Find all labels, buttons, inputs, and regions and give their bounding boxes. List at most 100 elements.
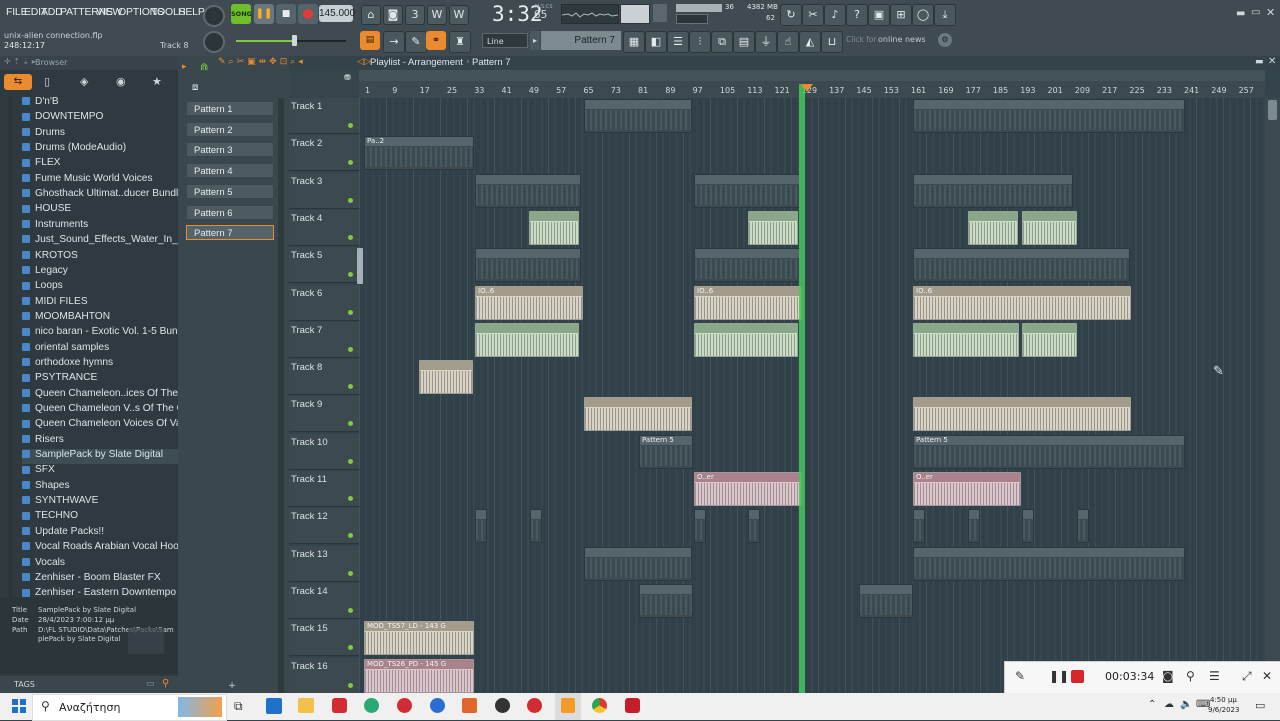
- track-header[interactable]: Track 12: [289, 508, 359, 545]
- track-header[interactable]: Track 11: [289, 471, 359, 507]
- track-mute-led[interactable]: [348, 123, 353, 128]
- playlist-clip[interactable]: Pattern 5: [913, 434, 1185, 469]
- magnet-icon[interactable]: ⋒: [200, 62, 210, 73]
- taskbar-app-green-icon[interactable]: [364, 698, 379, 713]
- browser-folder-item[interactable]: Vocals: [22, 557, 178, 572]
- task-view-icon[interactable]: ⧉: [234, 699, 243, 714]
- playlist-clip[interactable]: [419, 360, 473, 395]
- playlist-clip[interactable]: [1022, 322, 1077, 357]
- track-mute-led[interactable]: [348, 197, 353, 203]
- notifications-icon[interactable]: ▭: [1255, 699, 1265, 712]
- browser-files-icon[interactable]: ▯: [44, 75, 60, 89]
- track-mute-led[interactable]: [348, 309, 353, 315]
- playlist-clip[interactable]: [748, 509, 760, 544]
- track-header[interactable]: Track 9: [289, 396, 359, 433]
- file-explorer-icon[interactable]: [298, 698, 314, 713]
- browser-folder-item[interactable]: Drums: [22, 127, 178, 142]
- plugin-picker-icon[interactable]: ▤: [733, 31, 755, 53]
- track-mute-led[interactable]: [348, 384, 353, 390]
- vscroll-handle[interactable]: [1268, 100, 1277, 120]
- playlist-clip[interactable]: [529, 210, 579, 245]
- taskbar-app-red3-icon[interactable]: [527, 698, 542, 713]
- playlist-clip[interactable]: [968, 210, 1018, 245]
- taskbar-clock[interactable]: 4:50 μμ: [1210, 696, 1237, 704]
- track-mute-led[interactable]: [348, 496, 353, 501]
- browser-folder-item[interactable]: FLEX: [22, 157, 178, 172]
- playlist-clip[interactable]: [748, 210, 798, 245]
- browser-folder-item[interactable]: Loops: [22, 280, 178, 295]
- playlist-clip[interactable]: [968, 509, 980, 544]
- track-header[interactable]: Track 8: [289, 359, 359, 396]
- pattern-item[interactable]: Pattern 7: [186, 225, 274, 241]
- arrow-right-icon[interactable]: →: [383, 31, 405, 53]
- taskbar-app-orange-icon[interactable]: [462, 698, 477, 713]
- playlist-clip[interactable]: [694, 248, 800, 283]
- touch-icon[interactable]: ☝: [777, 31, 799, 53]
- track-mute-led[interactable]: [348, 607, 353, 613]
- loop-record-icon[interactable]: W: [449, 5, 469, 25]
- playlist-clip[interactable]: O..er: [694, 472, 802, 506]
- browser-folder-item[interactable]: PSYTRANCE: [22, 372, 178, 387]
- browser-folder-item[interactable]: Queen Chameleon..ices Of The Opera: [22, 388, 178, 403]
- playlist-clip[interactable]: [475, 173, 581, 208]
- playlist-clip[interactable]: [913, 248, 1130, 283]
- volume-icon[interactable]: 🔈: [1180, 699, 1192, 710]
- metronome-icon[interactable]: ⌂: [361, 5, 381, 25]
- recorder-expand-icon[interactable]: ⤢: [1242, 669, 1252, 684]
- taskbar-search-box[interactable]: ⚲ Αναζήτηση: [32, 694, 227, 721]
- browser-folder-item[interactable]: MIDI FILES: [22, 296, 178, 311]
- pattern-item[interactable]: Pattern 1: [186, 101, 274, 116]
- browser-folder-item[interactable]: Zenhiser - Boom Blaster FX: [22, 572, 178, 587]
- piano-roll-icon[interactable]: ◧: [645, 31, 667, 53]
- playlist-clip[interactable]: [913, 322, 1019, 357]
- pattern-picker-icon[interactable]: ⧈: [192, 82, 206, 94]
- playlist-close-icon[interactable]: ✕: [1268, 56, 1276, 67]
- browser-folder-item[interactable]: Risers: [22, 434, 178, 449]
- playhead-marker[interactable]: [801, 84, 813, 92]
- snap-select[interactable]: Line: [482, 33, 528, 48]
- tags-search-icon[interactable]: ⚲: [162, 678, 169, 689]
- track-header[interactable]: Track 10: [289, 433, 359, 470]
- song-mode-button[interactable]: SONG: [231, 4, 252, 24]
- track-header[interactable]: Track 16: [289, 657, 359, 694]
- pattern-scrollbar[interactable]: [278, 98, 284, 693]
- recorder-pause-icon[interactable]: ❚❚: [1049, 669, 1069, 683]
- taskbar-app-red2-icon[interactable]: [397, 698, 412, 713]
- browser-folder-item[interactable]: KROTOS: [22, 250, 178, 265]
- playlist-clip[interactable]: [1077, 509, 1089, 544]
- playlist-hscroll[interactable]: [359, 70, 1265, 81]
- playlist-clip[interactable]: [639, 583, 693, 618]
- browser-tags-icon[interactable]: ◉: [116, 75, 132, 89]
- track-mute-led[interactable]: [348, 234, 353, 240]
- mic-icon[interactable]: ♪: [824, 4, 846, 26]
- browser-icon[interactable]: ⧉: [711, 31, 733, 53]
- playlist-clip[interactable]: [913, 99, 1185, 133]
- plugin-plug-icon[interactable]: ⏚: [755, 31, 777, 53]
- browser-all-tab[interactable]: ⇆: [4, 74, 32, 90]
- track-mute-led[interactable]: [348, 533, 353, 539]
- browser-folder-item[interactable]: Queen Chameleon Voices Of Valhalla: [22, 418, 178, 433]
- playlist-clip[interactable]: [584, 99, 692, 133]
- network-icon[interactable]: ☁: [1164, 699, 1174, 710]
- chat-icon[interactable]: ◯: [912, 4, 934, 26]
- browser-folder-item[interactable]: SYNTHWAVE: [22, 495, 178, 510]
- recorder-close-icon[interactable]: ✕: [1262, 669, 1272, 683]
- stamp-icon[interactable]: ♜: [449, 31, 471, 53]
- browser-folder-item[interactable]: SFX: [22, 464, 178, 479]
- playlist-clip[interactable]: [475, 509, 487, 544]
- playlist-clip[interactable]: [913, 397, 1131, 432]
- browser-folder-item[interactable]: D'n'B: [22, 96, 178, 111]
- browser-folder-item[interactable]: DOWNTEMPO: [22, 111, 178, 126]
- master-volume-handle[interactable]: [292, 35, 297, 46]
- playlist-clip[interactable]: [475, 322, 579, 357]
- playlist-clip[interactable]: [475, 248, 581, 283]
- close-icon[interactable]: ✕: [1266, 6, 1278, 19]
- browser-folder-item[interactable]: Ghosthack Ultimat..ducer Bundle 2022: [22, 188, 178, 203]
- windows-start-icon[interactable]: [12, 699, 26, 713]
- playlist-clip[interactable]: [913, 509, 925, 544]
- track-mute-led[interactable]: [348, 421, 353, 427]
- playlist-icon[interactable]: ▦: [623, 31, 645, 53]
- track-header[interactable]: Track 1: [289, 98, 359, 134]
- playlist-vscroll[interactable]: [1265, 98, 1280, 693]
- playlist-clip[interactable]: IO..6: [694, 285, 802, 320]
